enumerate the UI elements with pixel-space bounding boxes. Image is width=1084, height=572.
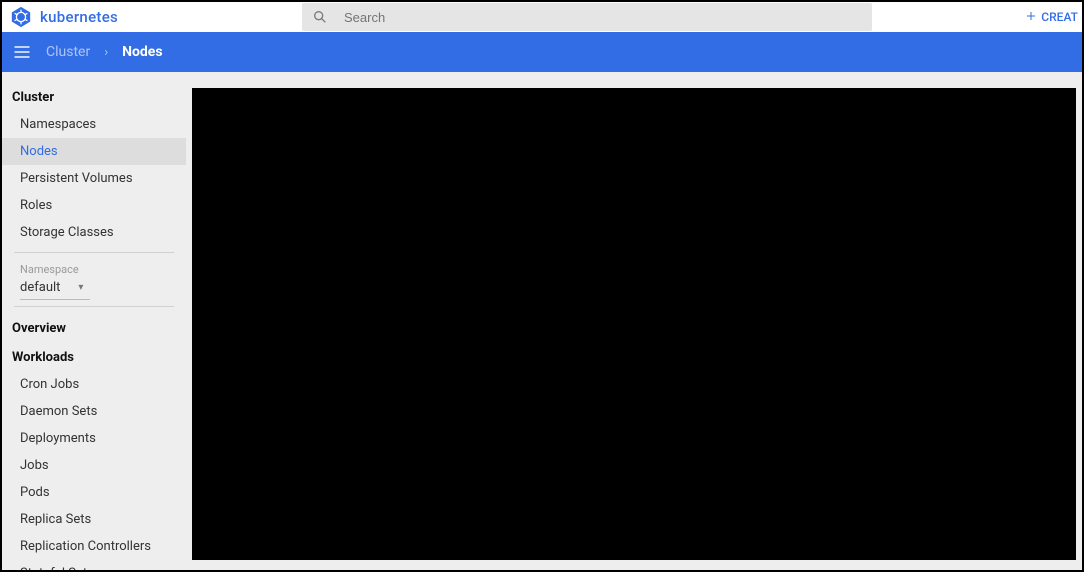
sidebar-section-workloads[interactable]: Workloads [2,342,186,371]
create-label: CREAT [1041,10,1078,24]
sidebar-item-deployments[interactable]: Deployments [2,425,186,452]
namespace-selected: default [20,280,60,295]
content-panel [192,88,1076,560]
chevron-right-icon: › [104,45,108,60]
sidebar-item-namespaces[interactable]: Namespaces [2,111,186,138]
sidebar-item-nodes[interactable]: Nodes [2,138,186,165]
breadcrumb-bar: Cluster › Nodes [2,32,1082,72]
sidebar-item-cron-jobs[interactable]: Cron Jobs [2,371,186,398]
main-layout: Cluster Namespaces Nodes Persistent Volu… [2,72,1082,570]
brand[interactable]: kubernetes [2,6,118,28]
namespace-label: Namespace [2,259,186,276]
sidebar-item-daemon-sets[interactable]: Daemon Sets [2,398,186,425]
sidebar-item-storage-classes[interactable]: Storage Classes [2,219,186,246]
brand-text: kubernetes [40,8,118,26]
sidebar-section-overview[interactable]: Overview [2,313,186,342]
create-button[interactable]: CREAT [1025,10,1078,25]
sidebar-item-roles[interactable]: Roles [2,192,186,219]
sidebar-section-cluster[interactable]: Cluster [2,82,186,111]
top-bar: kubernetes CREAT [2,2,1082,32]
search-bar[interactable] [302,3,872,31]
breadcrumb-current: Nodes [122,44,162,60]
sidebar-item-replication-controllers[interactable]: Replication Controllers [2,533,186,560]
sidebar-item-stateful-sets[interactable]: Stateful Sets [2,560,186,570]
sidebar-item-jobs[interactable]: Jobs [2,452,186,479]
search-icon [312,9,328,25]
sidebar-item-persistent-volumes[interactable]: Persistent Volumes [2,165,186,192]
divider [14,252,174,253]
sidebar-item-replica-sets[interactable]: Replica Sets [2,506,186,533]
plus-icon [1025,10,1037,25]
breadcrumb-root[interactable]: Cluster [46,44,90,60]
menu-icon[interactable] [12,42,32,62]
kubernetes-logo-icon [10,6,32,28]
chevron-down-icon: ▾ [78,282,83,293]
content-area [186,72,1082,570]
sidebar-item-pods[interactable]: Pods [2,479,186,506]
sidebar: Cluster Namespaces Nodes Persistent Volu… [2,72,186,570]
search-input[interactable] [344,10,862,25]
divider [14,306,174,307]
namespace-select[interactable]: default ▾ [20,276,90,300]
